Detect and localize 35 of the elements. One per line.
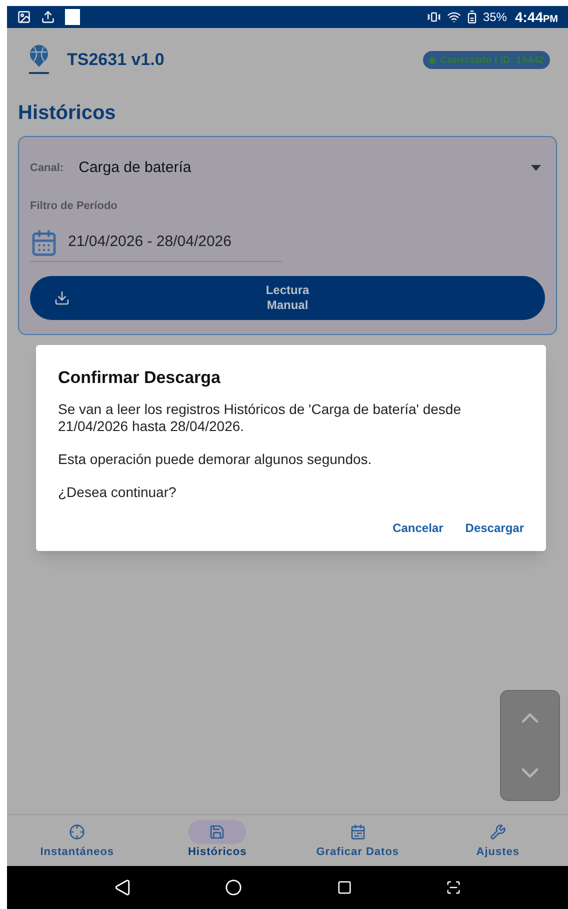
dialog-action-button[interactable]: Descargar (465, 518, 524, 536)
dialog-title: Confirmar Descarga (58, 367, 222, 389)
nav-tab[interactable]: Históricos (147, 820, 288, 861)
vibrate-icon (426, 10, 441, 24)
back-icon[interactable] (114, 879, 132, 896)
date-range-field[interactable]: 21/04/2026 - 28/04/2026 (30, 224, 282, 262)
channel-dropdown[interactable]: Carga de batería (78, 157, 192, 180)
dialog-message: Esta operación puede demorar algunos segundos. (58, 450, 373, 468)
image-icon (17, 10, 31, 24)
download-icon (54, 290, 70, 306)
dialog-action-button[interactable]: Cancelar (392, 518, 444, 536)
screenshot-icon[interactable] (446, 880, 461, 895)
recent-apps-icon[interactable] (336, 880, 352, 895)
notification-square-icon (65, 9, 80, 25)
home-icon[interactable] (225, 879, 242, 896)
dropdown-arrow-icon[interactable] (531, 165, 541, 172)
battery-percent: 35% (482, 9, 507, 26)
connection-badge: Conectado | ID: 19442 (423, 51, 550, 69)
dialog-message: Se van a leer los registros Históricos de 'Carga de batería' desde 21/04/2026 hasta 28/04/2026. (58, 400, 462, 434)
page-title: Históricos (17, 101, 117, 126)
nav-tab[interactable]: Graficar Datos (288, 820, 428, 861)
period-label: Filtro de Período (30, 198, 118, 214)
channel-label: Canal: (30, 161, 64, 176)
nav-tab[interactable]: Ajustes (428, 820, 568, 861)
nav-tab[interactable]: Instantáneos (7, 820, 148, 861)
app-title: TS2631 v1.0 (67, 49, 164, 72)
upload-icon (41, 10, 55, 24)
save-icon (209, 824, 226, 840)
calendar-icon (30, 228, 58, 256)
wifi-icon (446, 10, 461, 24)
wrench-icon (490, 824, 506, 840)
manual-read-button[interactable]: Lectura Manual (30, 276, 545, 320)
dialog-message: ¿Desea continuar? (58, 484, 178, 500)
target-icon (69, 824, 86, 840)
clock: 4:44PM (514, 8, 558, 26)
